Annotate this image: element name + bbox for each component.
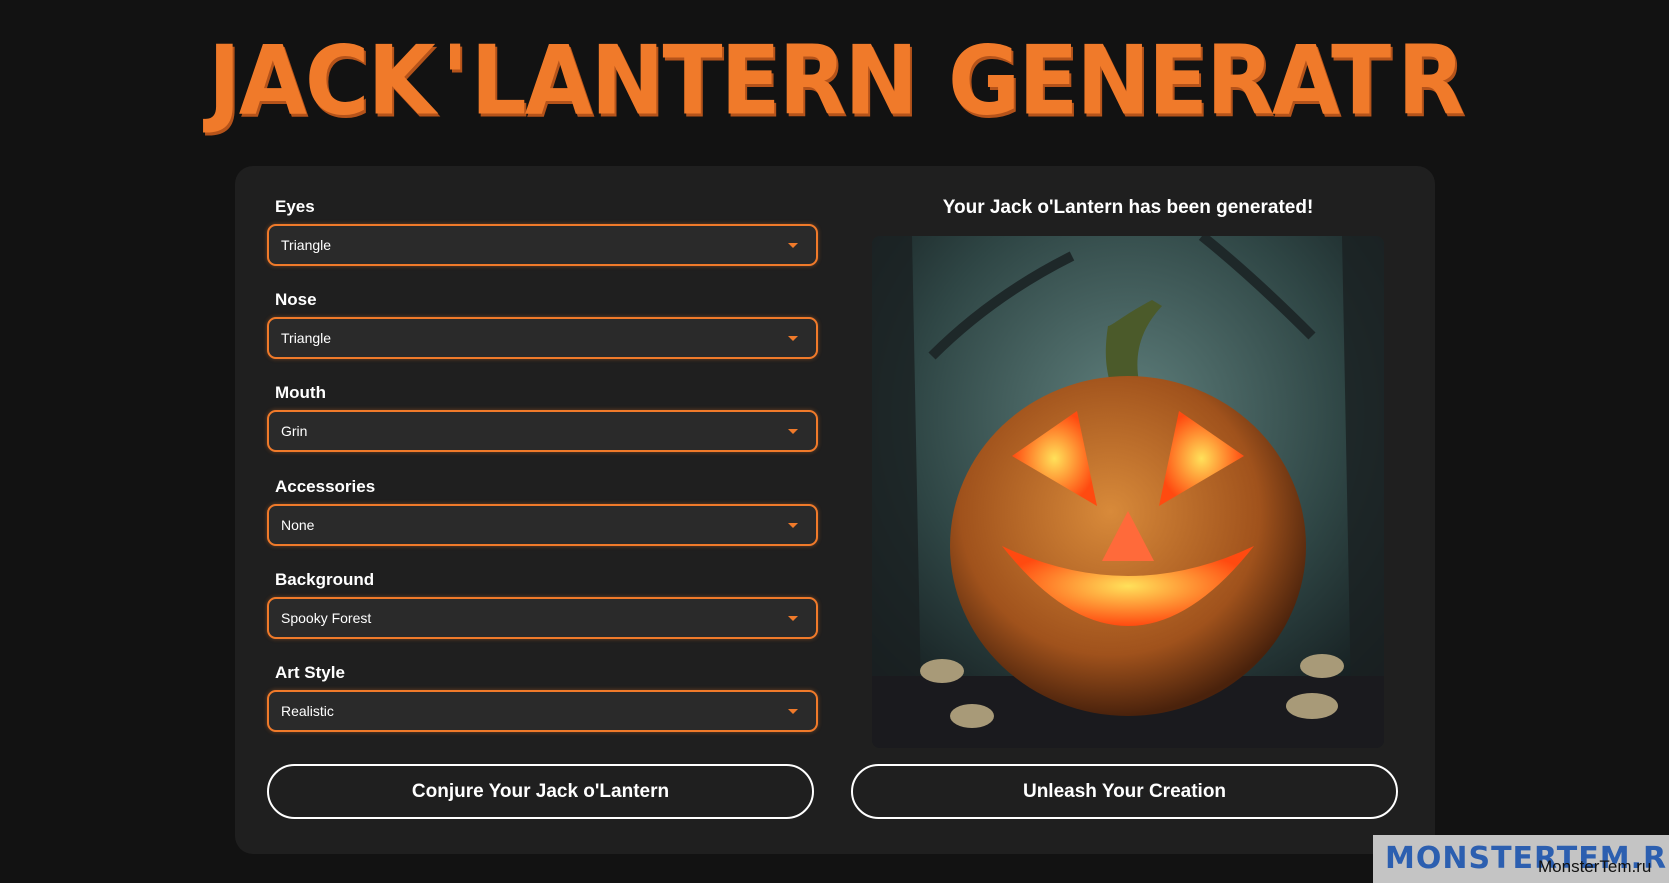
chevron-down-icon xyxy=(788,522,798,528)
select-value: None xyxy=(281,516,315,533)
select-art-style[interactable]: Realistic xyxy=(267,690,818,732)
chevron-down-icon xyxy=(788,336,798,342)
chevron-down-icon xyxy=(788,243,798,248)
title-text: LANTERN xyxy=(470,24,918,136)
generated-pumpkin-image xyxy=(872,236,1384,748)
select-value: Grin xyxy=(281,423,308,440)
field-label: Mouth xyxy=(275,383,326,403)
field-label: Background xyxy=(275,569,375,589)
select-value: Spooky Forest xyxy=(281,609,372,626)
title-text: ' xyxy=(441,24,469,136)
app-title: JACK ' LANTERN GENERAT R xyxy=(208,24,1465,135)
watermark-text: MonsterTem.ru xyxy=(1538,857,1652,876)
select-value: Triangle xyxy=(281,237,332,253)
select-accessories[interactable]: None xyxy=(267,503,818,546)
chevron-down-icon xyxy=(788,429,798,435)
select-value: Triangle xyxy=(281,330,332,347)
watermark: MONSTERTEM.RU MonsterTem.ru xyxy=(1373,835,1669,883)
title-text: GENERAT xyxy=(948,24,1391,136)
field-label: Art Style xyxy=(275,663,345,682)
generate-button[interactable]: Conjure Your Jack o'Lantern xyxy=(267,764,814,819)
title-text: R xyxy=(1397,24,1465,136)
chevron-down-icon xyxy=(788,615,798,621)
field-label: Accessories xyxy=(275,476,376,496)
title-text: JACK xyxy=(208,24,436,136)
download-button[interactable]: Unleash Your Creation xyxy=(851,764,1398,819)
select-value: Realistic xyxy=(281,703,334,719)
select-nose[interactable]: Triangle xyxy=(267,317,818,360)
select-mouth[interactable]: Grin xyxy=(267,410,818,453)
result-heading: Your Jack o'Lantern has been generated! xyxy=(942,197,1314,218)
chevron-down-icon xyxy=(788,709,798,714)
field-label: Eyes xyxy=(275,197,315,216)
select-background[interactable]: Spooky Forest xyxy=(267,596,818,639)
select-eyes[interactable]: Triangle xyxy=(267,224,818,266)
field-label: Nose xyxy=(275,290,317,310)
